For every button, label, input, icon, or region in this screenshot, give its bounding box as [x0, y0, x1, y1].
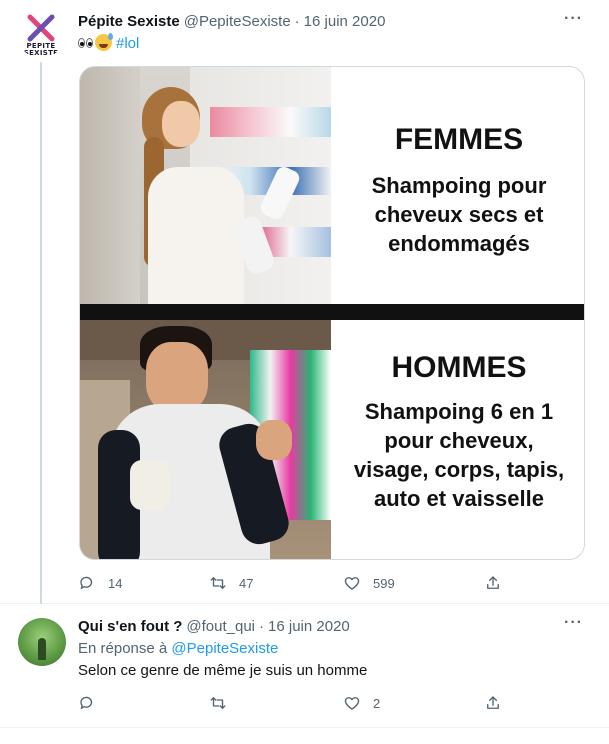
author-name[interactable]: Pépite Sexiste	[78, 13, 180, 30]
logo-text: SEXISTE	[23, 49, 59, 57]
reply-button[interactable]	[78, 692, 108, 714]
separator-dot: ·	[294, 12, 300, 30]
caption-body: Shampoing pour cheveux secs et endommagé…	[332, 171, 584, 258]
reply-mention-link[interactable]: @PepiteSexiste	[171, 640, 278, 657]
like-button[interactable]: 2	[343, 692, 380, 714]
caption-line: cheveux secs et	[374, 202, 544, 227]
thread-line	[40, 62, 42, 604]
tweet-actions: 14 47 599	[78, 572, 508, 594]
tweet-header: Pépite Sexiste @PepiteSexiste · 16 juin …	[78, 11, 385, 31]
like-count: 599	[373, 575, 395, 591]
caption-line: endommagés	[388, 231, 530, 256]
author-handle[interactable]: @fout_qui	[186, 618, 255, 635]
caption-title: FEMMES	[394, 123, 524, 156]
caption-title: HOMMES	[391, 351, 527, 384]
retweet-button[interactable]: 47	[209, 572, 253, 594]
eyes-emoji-icon	[78, 37, 94, 49]
reply-count: 14	[108, 575, 123, 591]
tweet-media[interactable]: FEMMES Shampoing pour cheveux secs et en…	[79, 66, 585, 560]
caption-line: Shampoing pour	[371, 173, 547, 198]
like-button[interactable]: 599	[343, 572, 395, 594]
tweet[interactable]: Qui s'en fout ? @fout_qui · 16 juin 2020…	[0, 604, 609, 728]
caption-line: Shampoing 6 en 1	[364, 399, 554, 424]
retweet-icon	[210, 577, 226, 589]
grinning-sweat-emoji-icon	[95, 33, 113, 51]
avatar-figure	[38, 638, 46, 660]
tweet-header: Qui s'en fout ? @fout_qui · 16 juin 2020	[78, 616, 350, 636]
reply-context: En réponse à @PepiteSexiste	[78, 640, 278, 657]
share-icon	[487, 576, 499, 589]
retweet-icon	[210, 697, 226, 709]
tweet-date[interactable]: 16 juin 2020	[268, 618, 350, 635]
avatar[interactable]: PEPITE SEXISTE	[17, 10, 65, 58]
tweet[interactable]: PEPITE SEXISTE Pépite Sexiste @PepiteSex…	[0, 0, 609, 604]
separator-dot: ·	[259, 617, 265, 635]
tweet-text: Selon ce genre de même je suis un homme	[78, 662, 368, 679]
share-icon	[487, 696, 499, 709]
share-button[interactable]	[484, 572, 502, 594]
reply-prefix: En réponse à	[78, 640, 168, 657]
retweet-count: 47	[239, 575, 254, 591]
reply-icon	[80, 696, 93, 709]
photo-woman	[80, 67, 331, 304]
logo-x-icon	[27, 14, 55, 42]
like-count: 2	[373, 695, 381, 711]
caption-line: auto et vaisselle	[374, 486, 544, 511]
caption-line: visage, corps, tapis,	[353, 457, 565, 482]
tweet-actions: 2	[78, 692, 508, 714]
like-icon	[344, 577, 360, 590]
more-icon[interactable]: ···	[564, 614, 583, 632]
reply-icon	[80, 576, 93, 589]
author-handle[interactable]: @PepiteSexiste	[184, 13, 291, 30]
author-name[interactable]: Qui s'en fout ?	[78, 618, 182, 635]
avatar[interactable]	[18, 618, 66, 666]
hashtag-link[interactable]: #lol	[116, 35, 139, 52]
retweet-button[interactable]	[209, 692, 239, 714]
more-icon[interactable]: ···	[564, 10, 583, 28]
tweet-date[interactable]: 16 juin 2020	[304, 13, 386, 30]
reply-button[interactable]: 14	[78, 572, 122, 594]
caption-body: Shampoing 6 en 1 pour cheveux, visage, c…	[332, 397, 584, 513]
photo-man	[80, 320, 331, 559]
caption-line: pour cheveux,	[384, 428, 534, 453]
tweet-text: #lol	[78, 33, 139, 52]
like-icon	[344, 697, 360, 710]
divider-band	[80, 304, 584, 320]
share-button[interactable]	[484, 692, 502, 714]
